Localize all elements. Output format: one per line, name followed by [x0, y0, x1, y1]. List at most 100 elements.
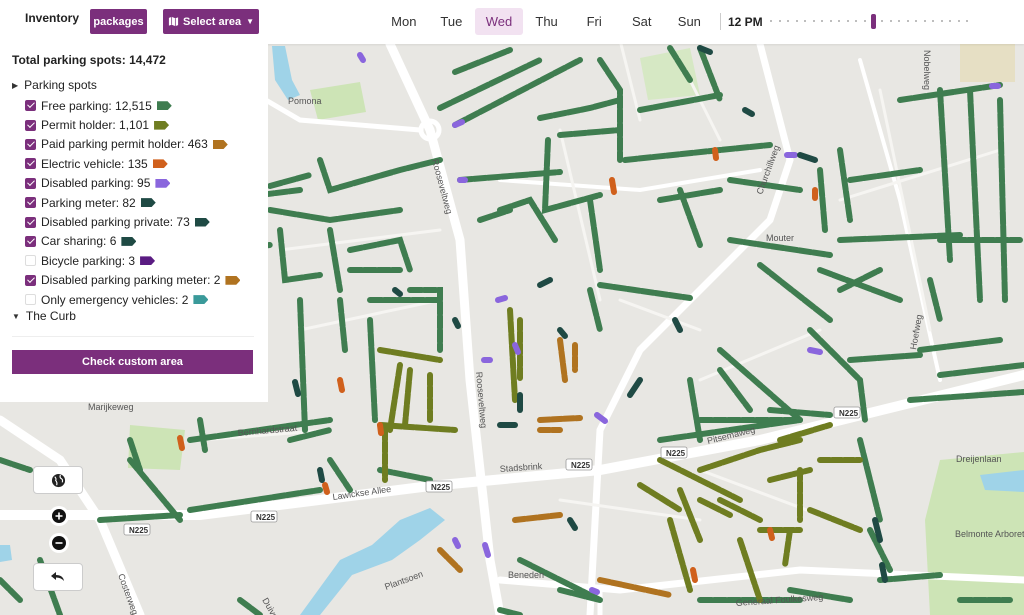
svg-text:N225: N225 — [431, 483, 451, 492]
road-shield: N225 — [123, 523, 151, 536]
divider — [12, 336, 254, 337]
undo-button[interactable] — [33, 563, 83, 591]
checkbox[interactable] — [25, 274, 36, 286]
water — [0, 545, 12, 562]
parking-type-item[interactable]: Electric vehicle: 135 — [25, 154, 240, 173]
parking-type-label: Paid parking permit holder: 463 — [41, 137, 208, 152]
svg-text:N225: N225 — [839, 409, 859, 418]
chevron-down-icon: ▼ — [246, 17, 255, 26]
parking-type-item[interactable]: Only emergency vehicles: 2 — [25, 290, 240, 309]
parking-type-label: Free parking: 12,515 — [41, 98, 152, 113]
checkbox[interactable] — [25, 177, 36, 189]
parking-type-list: Free parking: 12,515 Permit holder: 1,101… — [25, 96, 241, 309]
check-custom-area-button[interactable]: Check custom area — [12, 350, 253, 374]
parking-type-item[interactable]: Bicycle parking: 3 — [25, 251, 240, 270]
parking-type-label: Parking meter: 82 — [41, 195, 136, 210]
parking-type-item[interactable]: Paid parking permit holder: 463 — [25, 135, 240, 154]
road-shield: N225 — [833, 406, 861, 419]
map-icon — [168, 16, 179, 27]
slider-tick — [932, 20, 935, 22]
slider-tick — [778, 20, 781, 22]
checkbox[interactable] — [25, 197, 36, 209]
color-tag-icon — [156, 101, 172, 111]
curb-section-toggle[interactable]: ▼ The Curb — [12, 309, 76, 323]
slider-tick — [898, 20, 901, 22]
map-label: Nobelweg — [922, 50, 932, 90]
parking-type-item[interactable]: Car sharing: 6 — [25, 232, 240, 251]
triangle-down-icon: ▼ — [12, 311, 20, 321]
packages-button[interactable]: packages — [90, 9, 147, 34]
map-label: Mouter — [766, 233, 794, 243]
globe-icon — [51, 473, 65, 487]
parking-spots-section-toggle[interactable]: ▶ Parking spots — [12, 78, 97, 92]
day-tab-sat[interactable]: Sat — [618, 8, 666, 35]
road-shield: N225 — [425, 480, 453, 493]
color-tag-icon — [154, 120, 170, 130]
slider-tick — [787, 20, 790, 22]
slider-tick — [855, 20, 858, 22]
map-label: Marijkeweg — [88, 402, 134, 412]
slider-tick — [923, 20, 926, 22]
svg-text:N225: N225 — [571, 461, 591, 470]
parking-type-item[interactable]: Permit holder: 1,101 — [25, 115, 240, 134]
parking-type-label: Only emergency vehicles: 2 — [41, 292, 189, 307]
day-tab-fri[interactable]: Fri — [570, 8, 618, 35]
parking-type-item[interactable]: Disabled parking private: 73 — [25, 212, 240, 231]
globe-button[interactable] — [33, 466, 83, 494]
checkbox[interactable] — [25, 216, 36, 228]
slider-tick — [795, 20, 798, 22]
checkbox[interactable] — [25, 235, 36, 247]
parking-type-item[interactable]: Disabled parking parking meter: 2 — [25, 271, 241, 290]
parking-type-label: Disabled parking parking meter: 2 — [41, 273, 221, 288]
slider-tick — [889, 20, 892, 22]
checkbox[interactable] — [25, 138, 36, 150]
page-title: Inventory — [25, 11, 80, 25]
checkbox[interactable] — [25, 119, 36, 131]
time-slider[interactable] — [768, 14, 978, 29]
checkbox[interactable] — [25, 255, 36, 267]
day-tab-wed[interactable]: Wed — [475, 8, 523, 35]
divider — [720, 13, 721, 30]
slider-tick — [770, 20, 772, 22]
parking-type-item[interactable]: Disabled parking: 95 — [25, 174, 240, 193]
slider-tick — [821, 20, 824, 22]
park-area — [960, 44, 1015, 82]
zoom-in-button[interactable] — [49, 506, 69, 526]
top-bar: Inventory packages Select area ▼ Mon Tue… — [0, 0, 1024, 44]
map-label: Beneden — [508, 570, 544, 580]
svg-text:N225: N225 — [129, 526, 149, 535]
checkbox[interactable] — [25, 100, 36, 112]
road-shield: N225 — [250, 510, 278, 523]
parking-type-item[interactable]: Parking meter: 82 — [25, 193, 240, 212]
curb-heading: The Curb — [25, 309, 76, 323]
parking-spots-heading: Parking spots — [24, 78, 97, 92]
slider-tick — [915, 20, 918, 22]
select-area-label: Select area — [182, 15, 242, 28]
color-tag-icon — [225, 275, 241, 285]
checkbox[interactable] — [25, 294, 36, 306]
slider-thumb[interactable] — [870, 14, 876, 29]
undo-icon — [51, 572, 64, 581]
checkbox[interactable] — [25, 158, 36, 170]
road-shield: N225 — [565, 458, 593, 471]
slider-tick — [838, 20, 841, 22]
parking-type-item[interactable]: Free parking: 12,515 — [25, 96, 240, 115]
color-tag-icon — [193, 295, 209, 305]
road-shield: N225 — [660, 446, 688, 459]
color-tag-icon — [121, 236, 137, 246]
slider-tick — [846, 20, 849, 22]
color-tag-icon — [194, 217, 210, 227]
day-tab-sun[interactable]: Sun — [666, 8, 714, 35]
parking-type-label: Permit holder: 1,101 — [41, 118, 150, 133]
triangle-right-icon: ▶ — [12, 80, 19, 90]
plus-icon — [52, 509, 66, 523]
day-tab-tue[interactable]: Tue — [428, 8, 476, 35]
day-tab-thu[interactable]: Thu — [523, 8, 571, 35]
slider-tick — [881, 20, 884, 22]
minus-icon — [52, 536, 66, 550]
zoom-out-button[interactable] — [49, 533, 69, 553]
day-tab-mon[interactable]: Mon — [380, 8, 428, 35]
parking-type-label: Disabled parking private: 73 — [41, 215, 190, 230]
select-area-button[interactable]: Select area ▼ — [163, 9, 259, 34]
map-label: Pomona — [288, 96, 322, 106]
